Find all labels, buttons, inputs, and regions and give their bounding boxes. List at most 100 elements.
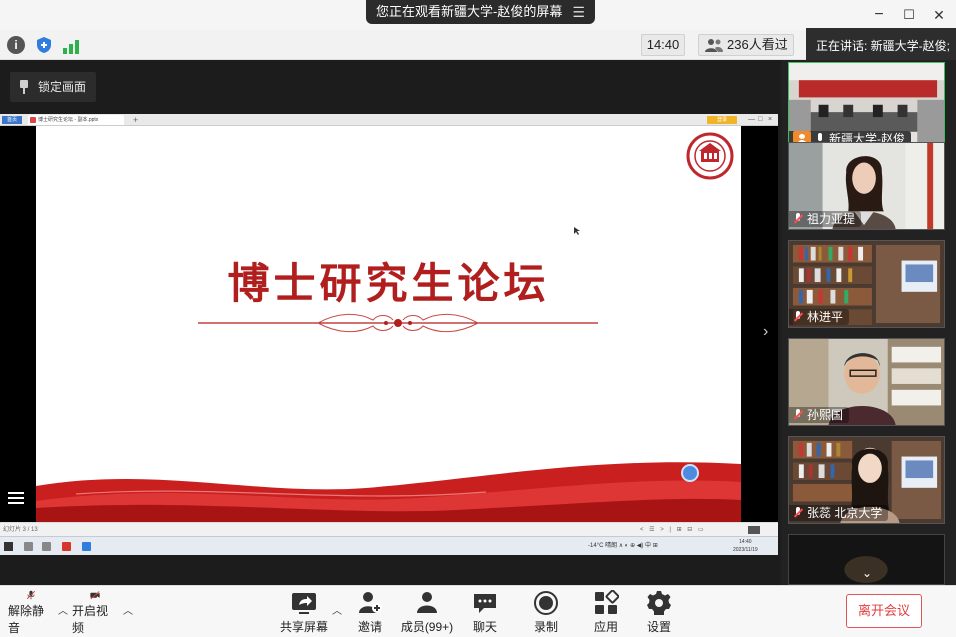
gear-icon: [647, 591, 671, 615]
mic-off-icon: [793, 311, 803, 323]
record-button[interactable]: 录制: [531, 590, 561, 636]
windows-start-icon: [4, 542, 13, 551]
play-slideshow-icon: [748, 526, 760, 534]
ppt-view-controls: < ☰ > | ⊞ ⊟ ▭: [640, 527, 706, 533]
members-button[interactable]: 成员(99+): [400, 590, 454, 636]
share-screen-label: 共享屏幕: [280, 620, 329, 634]
chat-icon: [474, 594, 496, 613]
chat-label: 聊天: [472, 620, 497, 634]
browser-tab-bar: 首页 博士研究生论坛 - 副本.pptx + 登录 — □ ×: [0, 114, 778, 126]
invite-button[interactable]: 邀请: [354, 590, 386, 636]
meeting-time: 14:40: [641, 34, 685, 56]
university-seal-logo: [686, 132, 734, 180]
members-icon: [417, 592, 437, 613]
record-icon: [534, 591, 558, 615]
remote-clock-date: 2023/11/19: [733, 547, 758, 553]
settings-button[interactable]: 设置: [644, 590, 674, 636]
presentation-slide: 博士研究生论坛: [36, 126, 741, 522]
system-tray: -14°C 晴朗 ∧ ◐ ⊕ ◀) 中 ⊞: [588, 543, 658, 549]
browser-tab-home: 首页: [2, 116, 22, 124]
slide-divider-ornament: [198, 313, 598, 333]
participant-label: 孙熙国: [789, 407, 850, 423]
share-banner-text: 您正在观看新疆大学-赵俊的屏幕: [376, 4, 563, 19]
signal-icon[interactable]: [63, 36, 81, 54]
mic-muted-icon: [26, 590, 36, 600]
participant-name: 祖力亚提: [807, 212, 856, 226]
minimize-button[interactable]: −: [868, 4, 890, 26]
unmute-label: 解除静音: [8, 604, 45, 635]
start-video-button[interactable]: 开启视频: [72, 590, 118, 636]
new-tab-icon: +: [133, 115, 139, 125]
invite-label: 邀请: [357, 620, 382, 634]
meeting-toolbar: 解除静音 ︿ 开启视频 ︿ 共享屏幕 ︿ 邀请 成员(99+) 聊天 录制 应用…: [0, 585, 956, 637]
apps-label: 应用: [593, 620, 618, 634]
participant-tile[interactable]: 孙熙国: [788, 338, 945, 426]
participant-tile[interactable]: 祖力亚提: [788, 142, 945, 230]
shared-screen-area: 锁定画面 首页 博士研究生论坛 - 副本.pptx + 登录 — □ × 博士研…: [0, 60, 780, 585]
camera-off-icon: [90, 591, 100, 600]
apps-button[interactable]: 应用: [591, 590, 621, 636]
shield-icon[interactable]: [35, 36, 53, 54]
people-icon: [705, 39, 723, 52]
mouse-cursor-icon: [574, 227, 580, 235]
ppt-status-bar: 幻灯片 3 / 13 < ☰ > | ⊞ ⊟ ▭: [0, 522, 778, 536]
participant-label: 祖力亚提: [789, 211, 862, 227]
wps-app-icon: [62, 542, 71, 551]
list-menu-icon[interactable]: [6, 489, 26, 509]
browser-login-tag: 登录: [707, 116, 737, 124]
slide-page-indicator: 幻灯片 3 / 13: [3, 527, 38, 533]
title-bar: 您正在观看新疆大学-赵俊的屏幕 ☰ − ☐ ✕: [0, 0, 956, 30]
participant-tile[interactable]: 林进平: [788, 240, 945, 328]
floating-assist-icon[interactable]: [681, 464, 699, 482]
collapse-panel-icon[interactable]: ›: [763, 323, 777, 341]
settings-label: 设置: [646, 620, 671, 634]
unmute-button[interactable]: 解除静音: [8, 590, 54, 636]
meeting-window: 您正在观看新疆大学-赵俊的屏幕 ☰ − ☐ ✕ i 14:40 236人看过 正…: [0, 0, 956, 637]
video-options-chevron-icon[interactable]: ︿: [123, 602, 133, 617]
lock-view-label: 锁定画面: [38, 80, 87, 94]
remote-minimize-icon: —: [748, 116, 755, 123]
remote-taskbar: -14°C 晴朗 ∧ ◐ ⊕ ◀) 中 ⊞ 14:40 2023/11/19: [0, 536, 778, 555]
apps-grid-icon: [595, 590, 619, 614]
maximize-button[interactable]: ☐: [898, 4, 920, 26]
menu-icon[interactable]: ☰: [572, 0, 585, 24]
remote-maximize-icon: □: [758, 116, 763, 123]
record-label: 录制: [533, 620, 558, 634]
meeting-app-icon: [82, 542, 91, 551]
start-video-label: 开启视频: [72, 604, 109, 635]
mic-off-icon: [793, 409, 803, 421]
viewers-count[interactable]: 236人看过: [698, 34, 794, 56]
info-icon[interactable]: i: [7, 36, 25, 54]
remote-clock: 14:40 2023/11/19: [733, 538, 758, 554]
chat-button[interactable]: 聊天: [470, 590, 500, 636]
share-screen-button[interactable]: 共享屏幕: [280, 590, 328, 636]
participant-label: 林进平: [789, 309, 850, 325]
participant-name: 孙熙国: [807, 408, 844, 422]
speaking-indicator: 正在讲话: 新疆大学-赵俊;: [806, 28, 956, 64]
remote-clock-time: 14:40: [739, 539, 752, 545]
members-label: 成员(99+): [400, 620, 454, 634]
red-wave-decoration: [36, 462, 741, 522]
mic-off-icon: [793, 507, 803, 519]
participant-tile[interactable]: 新疆大学-赵俊: [788, 62, 945, 150]
pin-icon: [18, 80, 30, 94]
share-banner[interactable]: 您正在观看新疆大学-赵俊的屏幕 ☰: [366, 0, 595, 24]
share-options-chevron-icon[interactable]: ︿: [332, 602, 342, 617]
mic-off-icon: [793, 213, 803, 225]
scroll-down-icon[interactable]: ⌄: [862, 566, 872, 580]
audio-options-chevron-icon[interactable]: ︿: [58, 602, 68, 617]
participant-name: 林进平: [807, 310, 844, 324]
participant-label: 张蕊 北京大学: [789, 505, 889, 521]
lock-view-button[interactable]: 锁定画面: [10, 72, 97, 102]
share-screen-icon: [292, 593, 316, 614]
search-icon: [24, 542, 33, 551]
participants-panel: 新疆大学-赵俊 祖力亚提 林进平 孙熙国 张蕊 北京大学 ⌄: [782, 60, 956, 585]
viewers-label: 236人看过: [727, 37, 788, 52]
browser-tab-active: 博士研究生论坛 - 副本.pptx: [28, 115, 124, 125]
leave-meeting-button[interactable]: 离开会议: [846, 594, 922, 628]
shared-screen: 首页 博士研究生论坛 - 副本.pptx + 登录 — □ × 博士研究生论坛: [0, 114, 778, 555]
remote-close-icon: ×: [768, 116, 773, 123]
slide-title: 博士研究生论坛: [227, 259, 550, 308]
close-button[interactable]: ✕: [928, 4, 950, 26]
participant-tile[interactable]: 张蕊 北京大学: [788, 436, 945, 524]
